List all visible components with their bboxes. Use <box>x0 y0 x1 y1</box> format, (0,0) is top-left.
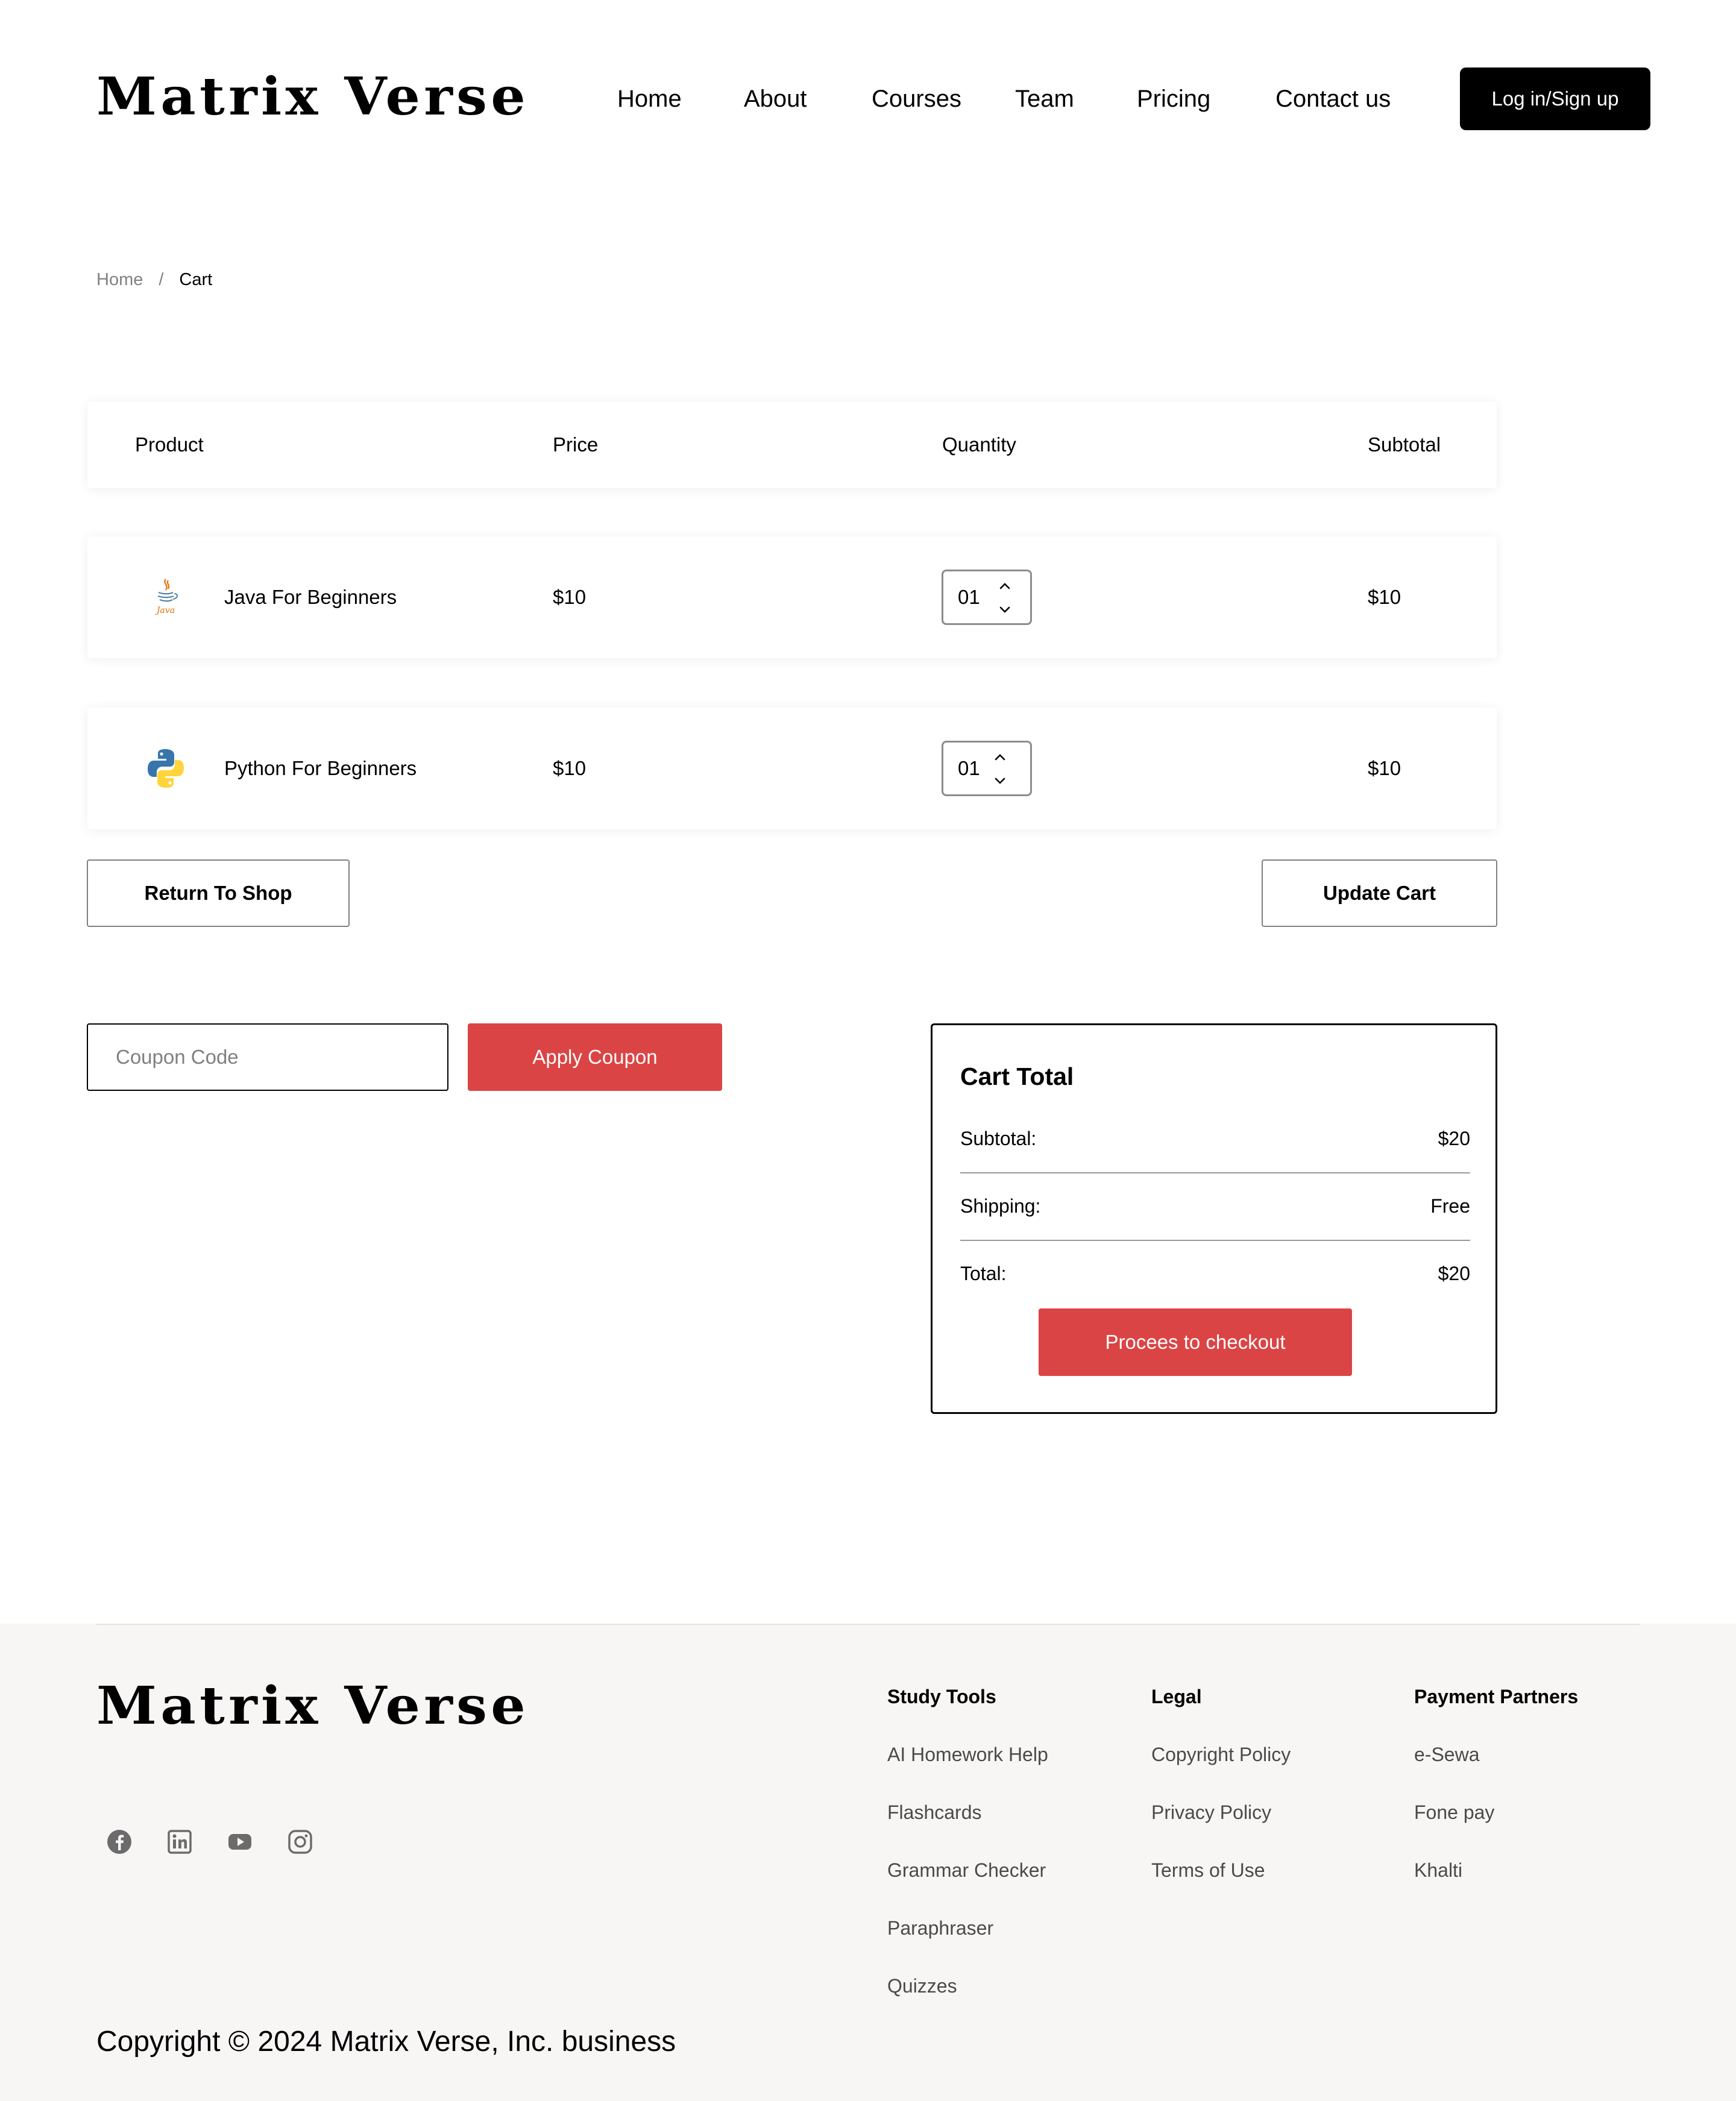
shipping-row: Shipping: Free <box>960 1195 1470 1217</box>
shipping-value: Free <box>1430 1195 1470 1217</box>
coupon-code-input[interactable] <box>87 1023 448 1091</box>
nav-courses[interactable]: Courses <box>872 81 961 117</box>
chevron-up-icon[interactable] <box>998 580 1012 592</box>
quantity-arrows[interactable] <box>992 751 1008 787</box>
footer-link[interactable]: Terms of Use <box>1151 1855 1291 1885</box>
footer-column-payment-partners: Payment Partners e-Sewa Fone pay Khalti <box>1414 1682 1578 1885</box>
breadcrumb-current: Cart <box>179 270 213 289</box>
footer-link[interactable]: Copyright Policy <box>1151 1739 1291 1770</box>
shipping-label: Shipping: <box>960 1195 1041 1217</box>
cart-row: Java Java For Beginners $10 01 $10 <box>87 536 1497 658</box>
breadcrumb-home-link[interactable]: Home <box>96 270 143 290</box>
update-cart-button[interactable]: Update Cart <box>1262 859 1497 927</box>
divider <box>960 1240 1470 1241</box>
cart-total-panel: Cart Total Subtotal: $20 Shipping: Free … <box>931 1023 1497 1414</box>
nav-team[interactable]: Team <box>1015 81 1074 117</box>
apply-coupon-button[interactable]: Apply Coupon <box>468 1023 722 1091</box>
quantity-value[interactable]: 01 <box>958 757 980 780</box>
footer-link[interactable]: Grammar Checker <box>887 1855 1048 1885</box>
header-subtotal: Subtotal <box>1368 433 1441 456</box>
social-links <box>106 1829 313 1855</box>
product-price: $10 <box>553 586 587 608</box>
footer-heading: Study Tools <box>887 1686 996 1707</box>
total-label: Total: <box>960 1263 1007 1284</box>
footer-heading: Payment Partners <box>1414 1686 1579 1707</box>
footer-link[interactable]: Khalti <box>1414 1855 1578 1885</box>
quantity-stepper[interactable]: 01 <box>942 741 1032 796</box>
footer-link[interactable]: Flashcards <box>887 1797 1048 1827</box>
login-signup-button[interactable]: Log in/Sign up <box>1460 68 1650 130</box>
copyright-text: Copyright © 2024 Matrix Verse, Inc. busi… <box>96 2026 676 2058</box>
subtotal-label: Subtotal: <box>960 1128 1037 1149</box>
footer-brand-logo[interactable]: Matrix Verse <box>96 1675 529 1736</box>
instagram-icon[interactable] <box>287 1829 313 1855</box>
chevron-up-icon[interactable] <box>993 751 1007 763</box>
quantity-arrows[interactable] <box>996 580 1013 616</box>
return-to-shop-button[interactable]: Return To Shop <box>87 859 350 927</box>
linkedin-icon[interactable] <box>166 1829 193 1855</box>
footer-divider <box>96 1624 1640 1625</box>
footer-link[interactable]: Quizzes <box>887 1971 1048 2001</box>
footer-link[interactable]: Fone pay <box>1414 1797 1578 1827</box>
svg-text:Java: Java <box>155 606 175 615</box>
cart-row: Python For Beginners $10 01 $10 <box>87 708 1497 829</box>
footer-link[interactable]: Privacy Policy <box>1151 1797 1291 1827</box>
breadcrumb-separator: / <box>159 270 164 289</box>
product-subtotal: $10 <box>1368 757 1401 779</box>
checkout-button[interactable]: Procees to checkout <box>1039 1308 1352 1376</box>
nav-pricing[interactable]: Pricing <box>1137 81 1210 117</box>
nav-home[interactable]: Home <box>617 81 682 117</box>
footer-link[interactable]: Paraphraser <box>887 1913 1048 1943</box>
subtotal-row: Subtotal: $20 <box>960 1128 1470 1150</box>
subtotal-value: $20 <box>1438 1128 1470 1149</box>
cart-total-title: Cart Total <box>960 1063 1074 1090</box>
java-logo-icon: Java <box>155 579 178 615</box>
brand-logo[interactable]: Matrix Verse <box>96 66 529 127</box>
product-name[interactable]: Java For Beginners <box>224 586 397 609</box>
footer-link[interactable]: e-Sewa <box>1414 1739 1578 1770</box>
divider <box>960 1172 1470 1173</box>
facebook-icon[interactable] <box>106 1829 133 1855</box>
cart-table-header: Product Price Quantity Subtotal <box>87 401 1497 488</box>
product-subtotal: $10 <box>1368 586 1401 608</box>
product-price: $10 <box>553 757 587 779</box>
product-name[interactable]: Python For Beginners <box>224 757 417 780</box>
total-value: $20 <box>1438 1263 1470 1284</box>
quantity-stepper[interactable]: 01 <box>942 570 1032 625</box>
footer-heading: Legal <box>1151 1686 1202 1707</box>
footer-column-legal: Legal Copyright Policy Privacy Policy Te… <box>1151 1682 1291 1885</box>
chevron-down-icon[interactable] <box>993 775 1007 787</box>
python-logo-icon <box>148 749 184 788</box>
total-row: Total: $20 <box>960 1263 1470 1285</box>
youtube-icon[interactable] <box>227 1829 253 1855</box>
header-quantity: Quantity <box>942 433 1016 456</box>
header-product: Product <box>135 433 204 456</box>
footer-link[interactable]: AI Homework Help <box>887 1739 1048 1770</box>
chevron-down-icon[interactable] <box>998 604 1012 616</box>
nav-about[interactable]: About <box>744 81 807 117</box>
header-price: Price <box>553 433 599 456</box>
breadcrumb: Home / Cart <box>96 270 212 290</box>
quantity-value[interactable]: 01 <box>958 586 980 609</box>
footer-column-study-tools: Study Tools AI Homework Help Flashcards … <box>887 1682 1048 2001</box>
nav-contact[interactable]: Contact us <box>1275 81 1391 117</box>
